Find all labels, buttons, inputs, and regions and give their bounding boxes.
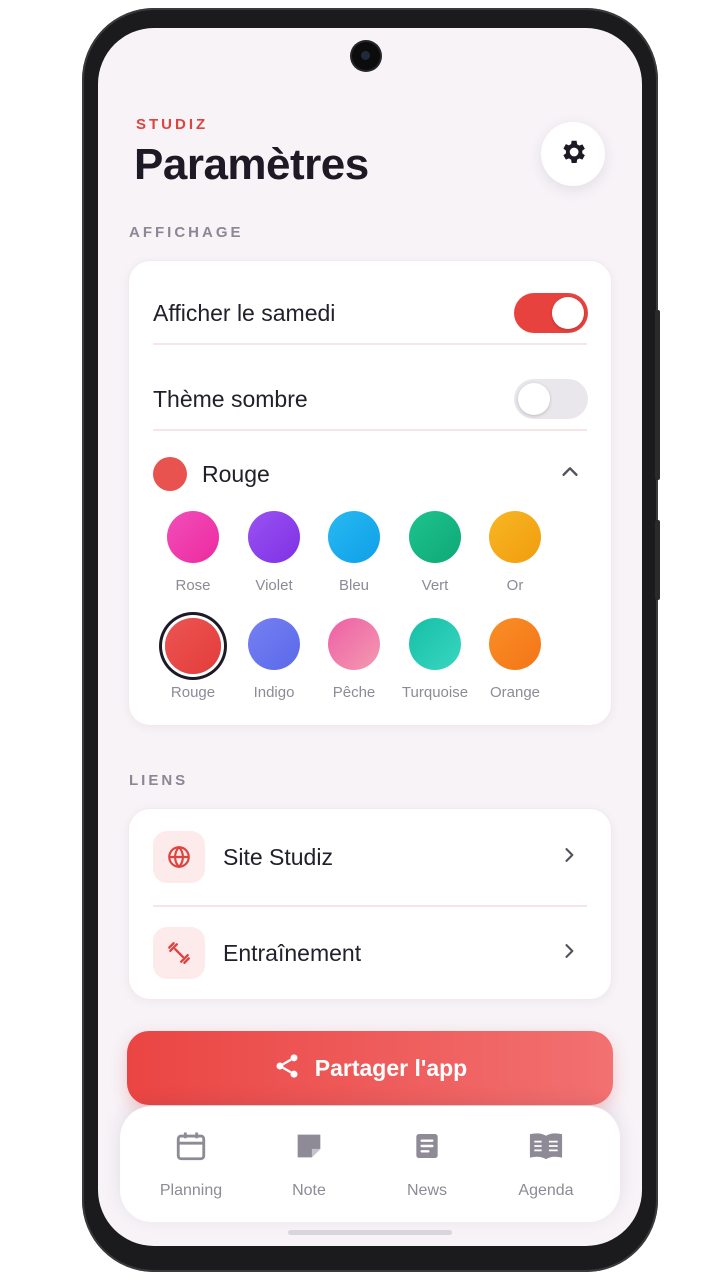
brand-label: STUDIZ (136, 116, 209, 133)
globe-icon (153, 831, 205, 883)
display-settings-card: Afficher le samedi Thème sombre Rouge Ro… (128, 260, 612, 726)
swatch-turquoise[interactable]: Turquoise (395, 618, 475, 701)
calendar-icon (131, 1126, 251, 1166)
nav-item-planning[interactable]: Planning (131, 1126, 251, 1200)
chevron-up-icon[interactable] (559, 461, 581, 488)
page-title: Paramètres (134, 140, 369, 189)
swatch-peche[interactable]: Pêche (314, 618, 394, 701)
link-entrainement[interactable]: Entraînement (129, 923, 611, 983)
swatch-orange[interactable]: Orange (475, 618, 555, 701)
selected-color-label: Rouge (202, 460, 270, 487)
app-screen: STUDIZ Paramètres AFFICHAGE Afficher le … (98, 28, 642, 1246)
nav-label: Planning (159, 1182, 223, 1199)
links-card: Site Studiz Entraînement (128, 808, 612, 1000)
section-label-links: LIENS (129, 772, 189, 789)
show-saturday-row[interactable]: Afficher le samedi (129, 279, 611, 347)
power-button (655, 520, 660, 600)
swatch-violet[interactable]: Violet (234, 511, 314, 594)
swatch-vert[interactable]: Vert (395, 511, 475, 594)
swatch-label: Violet (255, 577, 293, 594)
dumbbell-icon (153, 927, 205, 979)
dark-theme-row[interactable]: Thème sombre (129, 365, 611, 433)
dark-theme-toggle[interactable] (514, 379, 588, 419)
link-label: Entraînement (223, 939, 362, 966)
link-label: Site Studiz (223, 843, 333, 870)
show-saturday-label: Afficher le samedi (153, 299, 336, 326)
note-icon (249, 1126, 369, 1166)
dark-theme-label: Thème sombre (153, 385, 308, 412)
nav-item-note[interactable]: Note (249, 1126, 369, 1200)
divider (153, 429, 587, 431)
chevron-right-icon (559, 845, 579, 870)
swatch-label: Indigo (253, 684, 295, 701)
section-label-display: AFFICHAGE (129, 224, 244, 241)
nav-label: News (406, 1182, 447, 1199)
share-icon (273, 1052, 301, 1085)
swatch-label: Rose (175, 577, 211, 594)
share-app-button[interactable]: Partager l'app (127, 1031, 613, 1105)
swatch-bleu[interactable]: Bleu (314, 511, 394, 594)
swatch-label: Bleu (338, 577, 370, 594)
chevron-right-icon (559, 941, 579, 966)
front-camera (352, 42, 380, 70)
volume-button (655, 310, 660, 480)
nav-item-news[interactable]: News (367, 1126, 487, 1200)
news-icon (367, 1126, 487, 1166)
nav-label: Agenda (518, 1182, 574, 1199)
home-indicator (288, 1230, 452, 1235)
swatch-indigo[interactable]: Indigo (234, 618, 314, 701)
nav-item-agenda[interactable]: Agenda (486, 1126, 606, 1200)
divider (153, 343, 587, 345)
swatch-label: Or (506, 577, 524, 594)
selected-color-dot (153, 457, 187, 491)
swatch-rouge[interactable]: Rouge (153, 618, 233, 701)
share-app-label: Partager l'app (314, 1054, 468, 1081)
swatch-label: Rouge (170, 684, 216, 701)
swatch-label: Vert (421, 577, 449, 594)
settings-button[interactable] (541, 122, 605, 186)
nav-label: Note (292, 1182, 326, 1199)
gear-icon (558, 137, 588, 172)
show-saturday-toggle[interactable] (514, 293, 588, 333)
book-icon (486, 1126, 606, 1166)
swatch-label: Orange (489, 684, 541, 701)
bottom-navigation: Planning Note News Agenda (120, 1106, 620, 1222)
theme-color-row[interactable]: Rouge (129, 449, 611, 499)
swatch-rose[interactable]: Rose (153, 511, 233, 594)
link-site-studiz[interactable]: Site Studiz (129, 827, 611, 887)
swatch-label: Pêche (332, 684, 376, 701)
swatch-or[interactable]: Or (475, 511, 555, 594)
divider (153, 905, 587, 907)
swatch-label: Turquoise (401, 684, 469, 701)
